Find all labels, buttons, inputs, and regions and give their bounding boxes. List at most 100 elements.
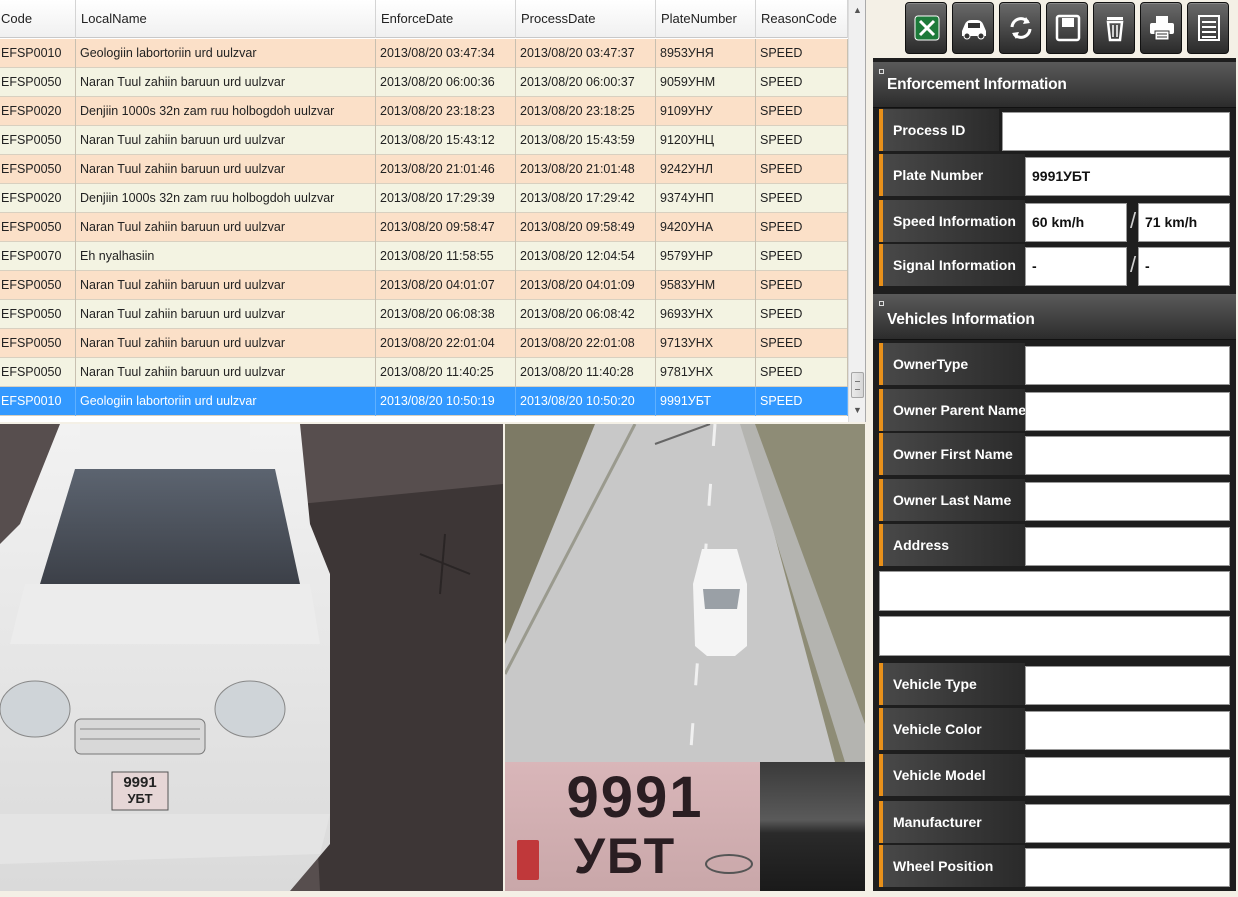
owner-first-name-label: Owner First Name [879,433,1025,475]
speed-limit-field[interactable]: 60 km/h [1025,203,1127,242]
table-row[interactable]: EFSP0050 Naran Tuul zahiin baruun urd uul… [0,300,848,329]
table-row[interactable]: EFSP0070 Eh nyalhasiin 2013/08/20 11:58:55… [0,242,848,271]
code-cell: EFSP0050 [0,271,76,300]
processdate-cell: 2013/08/20 06:00:37 [516,68,656,97]
owner-last-name-field[interactable] [1025,482,1230,521]
localname-cell: Naran Tuul zahiin baruun urd uulzvar [76,155,376,184]
wheel-position-field[interactable] [1025,848,1230,887]
code-cell: EFSP0020 [0,97,76,126]
reasoncode-cell: SPEED [756,68,848,97]
processdate-cell: 2013/08/20 04:01:09 [516,271,656,300]
vehicle-type-field[interactable] [1025,666,1230,705]
address-field[interactable] [1025,527,1230,566]
code-cell: EFSP0050 [0,68,76,97]
section-marker-icon [879,301,884,306]
code-cell: EFSP0050 [0,329,76,358]
enforcement-app: Code LocalName EnforceDate ProcessDate P… [0,0,1238,897]
grid-scrollbar[interactable]: ▲ ▼ [848,0,865,422]
speed-separator: / [1129,208,1137,233]
column-header-enforcedate[interactable]: EnforceDate [376,0,516,38]
reasoncode-cell: SPEED [756,155,848,184]
platenumber-cell: 9059УНМ [656,68,756,97]
excel-export-button[interactable] [905,2,947,54]
localname-cell: Eh nyalhasiin [76,242,376,271]
platenumber-cell: 9579УНР [656,242,756,271]
manufacturer-field[interactable] [1025,804,1230,843]
localname-cell: Naran Tuul zahiin baruun urd uulzvar [76,68,376,97]
address-line-2-field[interactable] [879,571,1230,611]
column-header-localname[interactable]: LocalName [76,0,376,38]
column-header-reasoncode[interactable]: ReasonCode [756,0,848,38]
table-row[interactable]: EFSP0050 Naran Tuul zahiin baruun urd uul… [0,126,848,155]
refresh-button[interactable] [999,2,1041,54]
address-line-3-field[interactable] [879,616,1230,656]
table-row[interactable]: EFSP0050 Naran Tuul zahiin baruun urd uul… [0,271,848,300]
list-button[interactable] [1187,2,1229,54]
delete-button[interactable] [1093,2,1135,54]
measured-speed-field[interactable]: 71 km/h [1138,203,1230,242]
platenumber-cell: 9781УНХ [656,358,756,387]
manufacturer-row: Manufacturer [879,801,1230,843]
table-row[interactable]: EFSP0020 Denjiin 1000s 32n zam ruu holbog… [0,97,848,126]
table-row[interactable]: EFSP0020 Denjiin 1000s 32n zam ruu holbog… [0,184,848,213]
platenumber-cell: 9420УНА [656,213,756,242]
reasoncode-cell: SPEED [756,358,848,387]
violations-grid[interactable]: Code LocalName EnforceDate ProcessDate P… [0,0,866,422]
photo-dark-region [760,762,865,891]
enforcedate-cell: 2013/08/20 03:47:34 [376,39,516,68]
localname-cell: Denjiin 1000s 32n zam ruu holbogdoh uulz… [76,97,376,126]
vehicle-color-row: Vehicle Color [879,708,1230,750]
table-row[interactable]: EFSP0050 Naran Tuul zahiin baruun urd uul… [0,68,848,97]
vehicle-model-row: Vehicle Model [879,754,1230,796]
platenumber-cell: 9374УНП [656,184,756,213]
print-button[interactable] [1140,2,1182,54]
table-row-selected[interactable]: EFSP0010 Geologiin labortoriin urd uulzva… [0,387,848,416]
enforcedate-cell: 2013/08/20 09:58:47 [376,213,516,242]
table-row[interactable]: EFSP0050 Naran Tuul zahiin baruun urd uul… [0,213,848,242]
owner-type-field[interactable] [1025,346,1230,385]
table-row[interactable]: EFSP0050 Naran Tuul zahiin baruun urd uul… [0,155,848,184]
code-cell: EFSP0050 [0,213,76,242]
scrollbar-thumb[interactable] [851,372,864,398]
column-header-processdate[interactable]: ProcessDate [516,0,656,38]
column-header-code[interactable]: Code [0,0,76,38]
section-marker-icon [879,69,884,74]
signal-field-1[interactable]: - [1025,247,1127,286]
platenumber-cell: 9109УНУ [656,97,756,126]
reasoncode-cell: SPEED [756,97,848,126]
vehicle-type-row: Vehicle Type [879,663,1230,705]
signal-field-2[interactable]: - [1138,247,1230,286]
address-label: Address [879,524,1025,566]
table-row[interactable]: EFSP0050 Naran Tuul zahiin baruun urd uul… [0,358,848,387]
code-cell: EFSP0070 [0,242,76,271]
vehicles-section-header: Vehicles Information [873,294,1236,340]
plate-zoom-photo: 9991 УБТ [505,762,760,891]
table-row[interactable]: EFSP0050 Naran Tuul zahiin baruun urd uul… [0,329,848,358]
owner-parent-name-field[interactable] [1025,392,1230,431]
address-row: Address [879,524,1230,566]
owner-last-name-label: Owner Last Name [879,479,1025,521]
processdate-cell: 2013/08/20 15:43:59 [516,126,656,155]
reasoncode-cell: SPEED [756,271,848,300]
processdate-cell: 2013/08/20 12:04:54 [516,242,656,271]
vehicles-section-title: Vehicles Information [887,311,1035,328]
localname-cell: Geologiin labortoriin urd uulzvar [76,39,376,68]
processdate-cell: 2013/08/20 10:50:20 [516,387,656,416]
owner-first-name-field[interactable] [1025,436,1230,475]
process-id-field[interactable] [1002,112,1230,151]
scroll-down-arrow-icon[interactable]: ▼ [849,402,865,419]
vehicle-color-field[interactable] [1025,711,1230,750]
vehicle-button[interactable] [952,2,994,54]
column-header-platenumber[interactable]: PlateNumber [656,0,756,38]
owner-last-name-row: Owner Last Name [879,479,1230,521]
table-row[interactable]: EFSP0010 Geologiin labortoriin urd uulzva… [0,39,848,68]
vehicle-model-field[interactable] [1025,757,1230,796]
reasoncode-cell: SPEED [756,329,848,358]
localname-cell: Naran Tuul zahiin baruun urd uulzvar [76,329,376,358]
save-button[interactable] [1046,2,1088,54]
platenumber-cell: 9583УНМ [656,271,756,300]
code-cell: EFSP0050 [0,155,76,184]
plate-number-field[interactable]: 9991УБТ [1025,157,1230,196]
toolbar [902,2,1238,56]
scroll-up-arrow-icon[interactable]: ▲ [849,2,865,19]
